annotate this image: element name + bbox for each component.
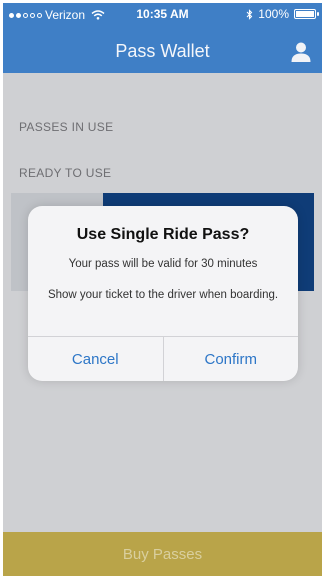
section-label-ready-to-use: READY TO USE [19,166,112,180]
person-icon[interactable] [290,41,312,63]
battery-percent: 100% [258,7,289,21]
alert-message-instructions: Show your ticket to the driver when boar… [47,289,279,301]
phone-screen: Verizon 10:35 AM 100% Pass Wallet PASSES… [3,3,322,576]
confirm-button[interactable]: Confirm [162,337,299,381]
cancel-button[interactable]: Cancel [28,337,163,381]
alert-actions: Cancel Confirm [28,336,298,381]
page-title: Pass Wallet [115,41,210,61]
status-bar: Verizon 10:35 AM 100% [3,3,322,25]
section-label-passes-in-use: PASSES IN USE [19,120,114,134]
bluetooth-icon [246,8,253,20]
alert-title: Use Single Ride Pass? [76,226,250,243]
battery-fill [296,11,314,17]
status-right: 100% [246,7,319,21]
buy-passes-button[interactable]: Buy Passes [3,532,322,576]
battery-icon [294,9,319,19]
alert-message-validity: Your pass will be valid for 30 minutes [68,258,258,270]
header: Verizon 10:35 AM 100% Pass Wallet [3,3,322,73]
confirm-alert: Use Single Ride Pass? Your pass will be … [28,206,298,381]
